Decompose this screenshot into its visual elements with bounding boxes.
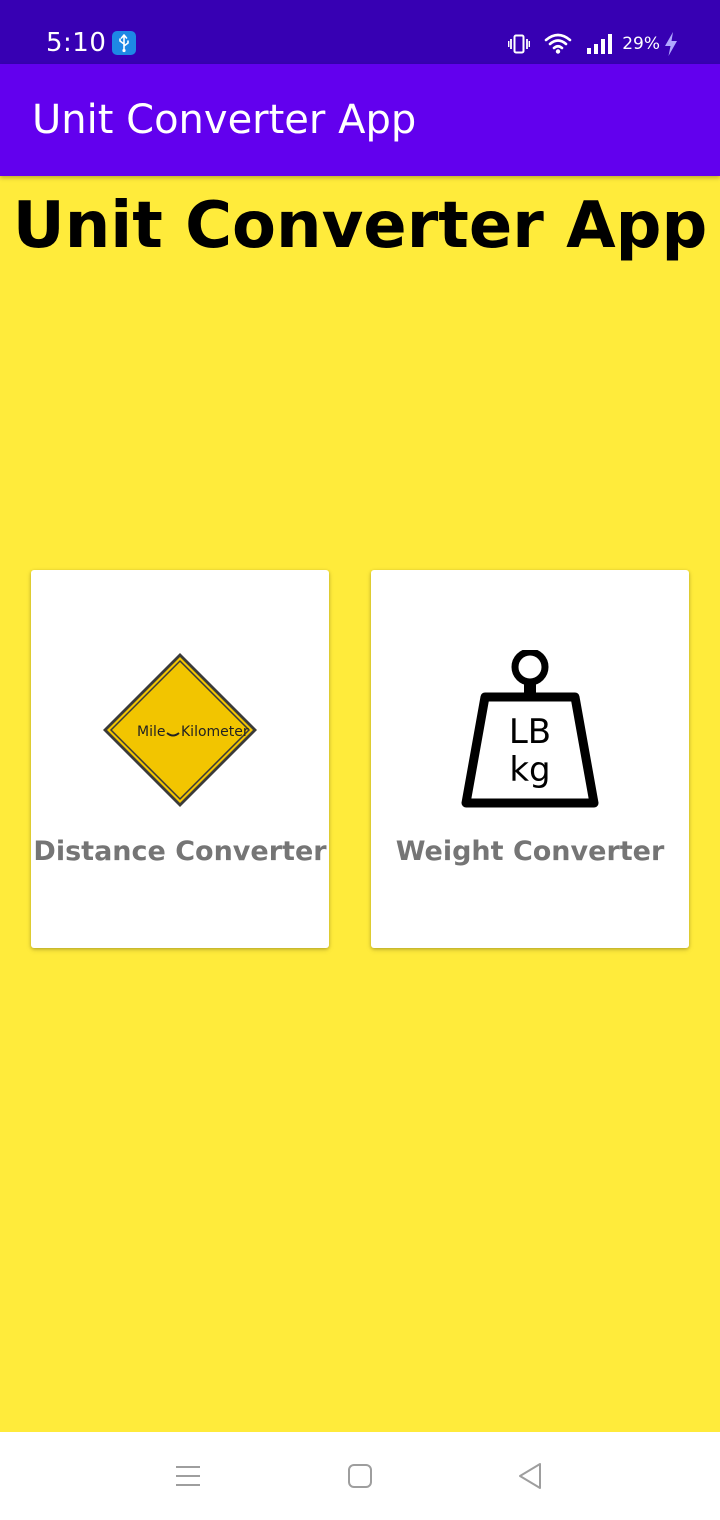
vibrate-icon (508, 33, 531, 55)
system-nav-bar (0, 1432, 720, 1520)
status-time: 5:10 (46, 28, 107, 58)
status-icons: 29% (494, 30, 678, 58)
sign-text-mile: Mile (137, 724, 165, 740)
weight-text-lb: LB (509, 712, 551, 752)
distance-converter-label: Distance Converter (33, 836, 327, 867)
lb-kg-weight-icon: LB kg (460, 648, 600, 815)
charging-icon (664, 32, 678, 56)
weight-converter-label: Weight Converter (395, 836, 665, 867)
menu-icon[interactable] (172, 1460, 204, 1492)
app-bar-title: Unit Converter App (32, 97, 417, 143)
weight-text-kg: kg (509, 750, 550, 790)
signal-icon (586, 34, 613, 54)
mile-kilometer-road-sign-icon: Mile Kilometer (100, 650, 260, 815)
distance-converter-card[interactable]: Mile Kilometer Distance Converter (31, 570, 329, 948)
usb-debug-icon (112, 31, 136, 55)
weight-converter-card[interactable]: LB kg Weight Converter (371, 570, 689, 948)
sign-text-kilometer: Kilometer (181, 724, 249, 740)
home-icon[interactable] (344, 1460, 376, 1492)
status-bar: 5:10 29% (0, 0, 720, 64)
page-title: Unit Converter App (12, 189, 708, 263)
wifi-icon (544, 33, 572, 55)
back-icon[interactable] (514, 1460, 546, 1492)
battery-percent: 29% (622, 34, 660, 54)
app-bar: Unit Converter App (0, 64, 720, 176)
